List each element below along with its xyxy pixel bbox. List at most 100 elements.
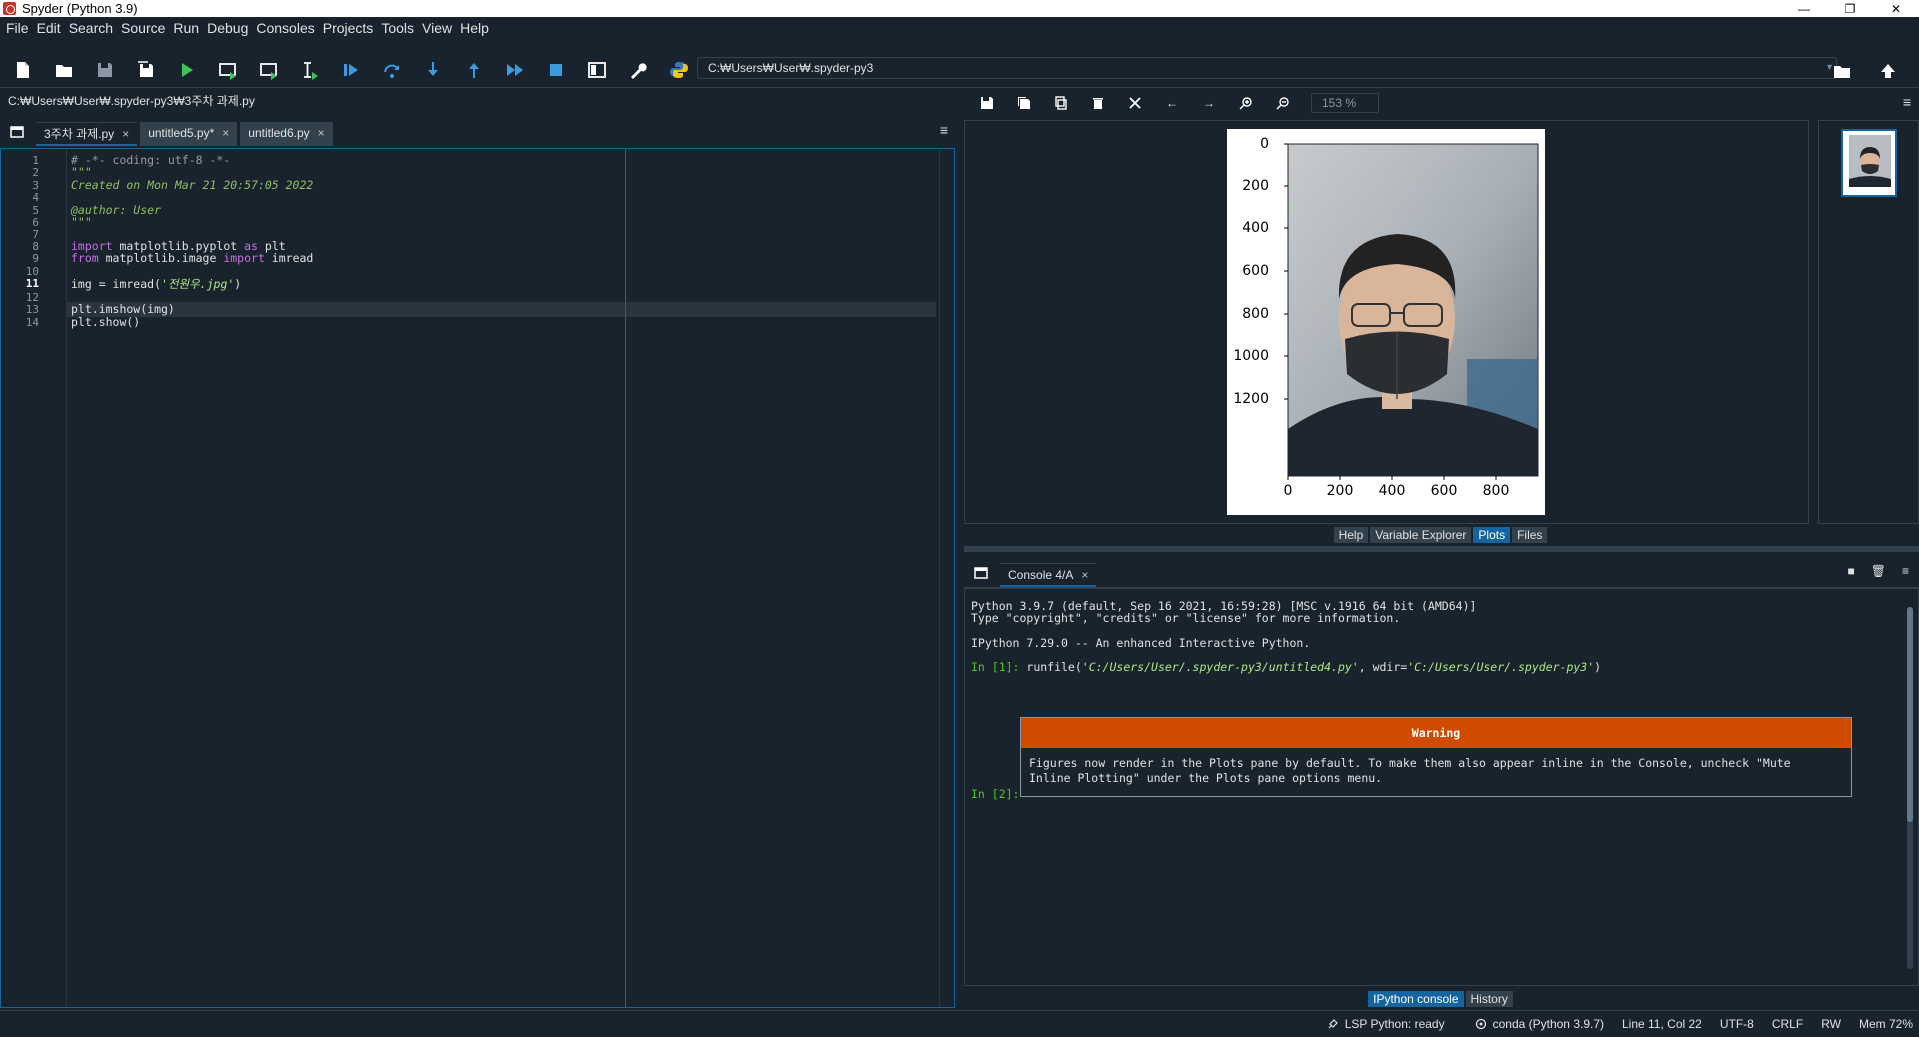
- menu-search[interactable]: Search: [65, 20, 117, 36]
- close-icon[interactable]: ×: [318, 126, 325, 140]
- tab-untitled6[interactable]: untitled6.py ×: [240, 122, 333, 146]
- zoom-in-icon[interactable]: [1233, 92, 1259, 114]
- input-prompt[interactable]: In [2]:: [971, 787, 1019, 801]
- save-file-icon[interactable]: [90, 56, 120, 84]
- file-encoding: UTF-8: [1719, 1017, 1754, 1031]
- zoom-out-icon[interactable]: [1270, 92, 1296, 114]
- save-all-plots-icon[interactable]: [1011, 92, 1037, 114]
- browse-tabs-icon[interactable]: [6, 121, 28, 143]
- tab-variable-explorer[interactable]: Variable Explorer: [1370, 527, 1472, 543]
- editor-file-path-text: C:₩Users₩User₩.spyder-py3₩3주차 과제.py: [8, 93, 255, 108]
- python-path-icon[interactable]: [664, 56, 694, 84]
- y-tick-label: 0: [1260, 136, 1269, 152]
- lsp-status: LSP Python: ready: [1327, 1017, 1445, 1031]
- environment-status[interactable]: conda (Python 3.9.7): [1475, 1017, 1604, 1031]
- zoom-level-field[interactable]: 153 %: [1311, 93, 1379, 113]
- step-over-icon[interactable]: [377, 56, 407, 84]
- menu-help[interactable]: Help: [456, 20, 493, 36]
- ipython-console[interactable]: Python 3.9.7 (default, Sep 16 2021, 16:5…: [964, 588, 1919, 986]
- open-file-icon[interactable]: [49, 56, 79, 84]
- plot-canvas[interactable]: 0 200 400 600 800 1000 1200 0 200 400 60…: [964, 120, 1809, 524]
- code-line-6: """: [71, 215, 92, 229]
- warning-title: Warning: [1021, 718, 1851, 748]
- tab-ipython-console[interactable]: IPython console: [1368, 991, 1464, 1007]
- y-tick-label: 400: [1242, 220, 1269, 236]
- menu-edit[interactable]: Edit: [33, 20, 65, 36]
- debug-file-icon[interactable]: [336, 56, 366, 84]
- string-literal: 'C:/Users/User/.spyder-py3/untitled4.py': [1081, 660, 1359, 674]
- x-tick-label: 200: [1327, 483, 1354, 499]
- keyword: from: [71, 251, 99, 265]
- console-pane-tabs: IPython console History: [964, 990, 1919, 1008]
- code-line-11: img = imread('전원우.jpg'): [71, 276, 241, 292]
- next-plot-icon[interactable]: →: [1196, 92, 1222, 114]
- parent-directory-icon[interactable]: [1873, 57, 1903, 85]
- minimize-icon[interactable]: —: [1781, 0, 1827, 17]
- tab-untitled5[interactable]: untitled5.py* ×: [140, 122, 238, 146]
- close-icon[interactable]: ✕: [1873, 0, 1919, 17]
- menu-view[interactable]: View: [418, 20, 456, 36]
- new-file-icon[interactable]: [8, 56, 38, 84]
- figure: 0 200 400 600 800 1000 1200 0 200 400 60…: [1227, 129, 1545, 515]
- tab-files[interactable]: Files: [1512, 527, 1548, 543]
- console-options-menu-icon[interactable]: ≡: [1902, 564, 1909, 578]
- tab-3주차-과제[interactable]: 3주차 과제.py ×: [36, 122, 138, 146]
- plots-options-menu-icon[interactable]: ≡: [1903, 94, 1911, 110]
- menu-source[interactable]: Source: [117, 20, 169, 36]
- menu-consoles[interactable]: Consoles: [252, 20, 318, 36]
- tab-label: Console 4/A: [1008, 567, 1074, 582]
- previous-plot-icon[interactable]: ←: [1159, 92, 1185, 114]
- horizontal-splitter[interactable]: [964, 546, 1919, 552]
- tab-plots[interactable]: Plots: [1473, 527, 1511, 543]
- close-icon[interactable]: ×: [122, 127, 129, 141]
- menu-tools[interactable]: Tools: [377, 20, 418, 36]
- input-prompt: In [1]:: [971, 660, 1020, 674]
- console-scrollbar[interactable]: [1904, 595, 1916, 981]
- delete-plot-icon[interactable]: [1085, 92, 1111, 114]
- tab-history[interactable]: History: [1465, 991, 1513, 1007]
- run-file-icon[interactable]: [172, 56, 202, 84]
- tab-console-4a[interactable]: Console 4/A ×: [1000, 563, 1097, 587]
- stop-debug-icon[interactable]: [541, 56, 571, 84]
- tab-label: 3주차 과제.py: [44, 127, 115, 141]
- menu-run[interactable]: Run: [169, 20, 203, 36]
- clear-console-icon[interactable]: 🗑: [1871, 564, 1886, 578]
- y-tick-label: 1200: [1233, 391, 1269, 407]
- menu-debug[interactable]: Debug: [203, 20, 252, 36]
- run-cell-advance-icon[interactable]: [254, 56, 284, 84]
- code-area[interactable]: # -*- coding: utf-8 -*- """ Created on M…: [71, 149, 936, 1007]
- working-directory-combo[interactable]: C:₩Users₩User₩.spyder-py3 ▾: [697, 57, 1837, 79]
- main-toolbar: C:₩Users₩User₩.spyder-py3 ▾: [0, 52, 1919, 88]
- menu-bar: File Edit Search Source Run Debug Consol…: [0, 17, 1919, 39]
- stop-kernel-icon[interactable]: ■: [1848, 564, 1855, 578]
- step-into-icon[interactable]: [418, 56, 448, 84]
- step-return-icon[interactable]: [459, 56, 489, 84]
- scrollbar-thumb[interactable]: [1907, 607, 1913, 822]
- browse-tabs-icon[interactable]: [970, 562, 992, 584]
- close-icon[interactable]: ×: [222, 126, 229, 140]
- plot-thumbnail[interactable]: [1841, 129, 1897, 197]
- continue-icon[interactable]: [500, 56, 530, 84]
- lsp-status-text: LSP Python: ready: [1344, 1017, 1445, 1031]
- delete-all-plots-icon[interactable]: [1122, 92, 1148, 114]
- editor-options-menu-icon[interactable]: ≡: [940, 122, 948, 138]
- menu-projects[interactable]: Projects: [319, 20, 378, 36]
- copy-plot-icon[interactable]: [1048, 92, 1074, 114]
- menu-file[interactable]: File: [2, 20, 33, 36]
- run-cell-icon[interactable]: [213, 56, 243, 84]
- editor-scrollbar[interactable]: [939, 149, 951, 1007]
- code-editor[interactable]: 1 2 3 4 5 6 7 8 9 10 11 12 13 14 # -*- c…: [0, 148, 955, 1008]
- tab-help[interactable]: Help: [1333, 527, 1369, 543]
- browse-folder-icon[interactable]: [1827, 57, 1857, 85]
- run-selection-icon[interactable]: [295, 56, 325, 84]
- save-all-icon[interactable]: [131, 56, 161, 84]
- cursor-position: Line 11, Col 22: [1622, 1017, 1702, 1031]
- preferences-wrench-icon[interactable]: [623, 56, 653, 84]
- code-line-14: plt.show(): [71, 315, 141, 329]
- restore-icon[interactable]: ❐: [1827, 0, 1873, 17]
- maximize-pane-icon[interactable]: [582, 56, 612, 84]
- save-plot-icon[interactable]: [974, 92, 1000, 114]
- tab-label: untitled6.py: [248, 126, 310, 140]
- close-icon[interactable]: ×: [1081, 568, 1088, 582]
- y-tick-label: 600: [1242, 263, 1269, 279]
